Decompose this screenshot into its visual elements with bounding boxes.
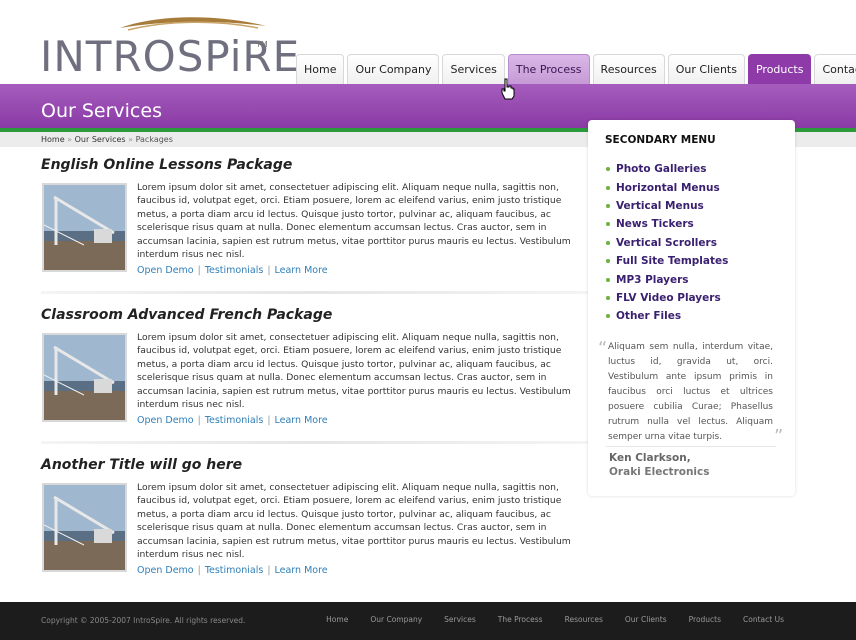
nav-tab-the-process[interactable]: The Process [507,54,590,84]
page-title: Our Services [41,100,162,122]
testimonial-divider [606,446,776,447]
footer-link-products[interactable]: Products [689,615,721,624]
learn-more-link[interactable]: Learn More [275,415,328,426]
breadcrumb-our-services[interactable]: Our Services [75,135,126,144]
logo-trademark: TM [256,40,268,49]
secondary-menu-label: Other Files [616,310,682,323]
link-separator: | [197,415,201,426]
secondary-menu-label: MP3 Players [616,273,689,286]
testimonials-link[interactable]: Testimonials [205,415,263,426]
secondary-menu-label: Vertical Menus [616,199,704,212]
breadcrumb-separator: » [128,135,134,144]
link-separator: | [197,265,201,276]
nav-tab-products[interactable]: Products [747,54,812,84]
breadcrumb-current: Packages [135,135,173,144]
package-title[interactable]: English Online Lessons Package [41,157,589,179]
logo[interactable]: INTROSPiRE TM [40,14,299,81]
testimonial-company: Oraki Electronics [609,466,710,478]
bullet-icon [606,240,610,245]
secondary-menu-item[interactable]: MP3 Players [606,270,728,288]
secondary-menu-label: Photo Galleries [616,163,707,176]
open-demo-link[interactable]: Open Demo [137,565,194,576]
secondary-menu-item[interactable]: Full Site Templates [606,252,728,270]
secondary-menu: Photo Galleries Horizontal Menus Vertica… [606,160,728,326]
secondary-menu-label: News Tickers [616,218,694,231]
footer-link-services[interactable]: Services [444,615,476,624]
breadcrumb: Home » Our Services » Packages [41,135,173,144]
package-thumbnail[interactable] [42,183,127,272]
nav-tab-contact-us[interactable]: Contact Us [814,54,856,84]
footer-link-our-clients[interactable]: Our Clients [625,615,667,624]
package-description: Lorem ipsum dolor sit amet, consectetuer… [137,332,571,411]
logo-swoosh-icon [120,17,266,31]
link-separator: | [267,565,271,576]
secondary-menu-item[interactable]: Other Files [606,307,728,325]
secondary-menu-item[interactable]: FLV Video Players [606,289,728,307]
package-divider [41,441,589,444]
package-item: Classroom Advanced French Package Lorem … [41,307,589,447]
close-quote-icon: ” [774,426,784,447]
learn-more-link[interactable]: Learn More [275,265,328,276]
nav-tab-resources[interactable]: Resources [592,54,665,84]
footer-link-resources[interactable]: Resources [565,615,603,624]
package-title[interactable]: Classroom Advanced French Package [41,307,589,329]
breadcrumb-separator: » [67,135,73,144]
package-title[interactable]: Another Title will go here [41,457,589,479]
testimonials-link[interactable]: Testimonials [205,565,263,576]
secondary-menu-item[interactable]: Vertical Menus [606,197,728,215]
link-separator: | [197,565,201,576]
secondary-menu-label: Vertical Scrollers [616,236,717,249]
package-divider [41,291,589,294]
secondary-menu-title: SECONDARY MENU [605,134,716,146]
package-links: Open Demo | Testimonials | Learn More [137,415,328,426]
footer-link-our-company[interactable]: Our Company [370,615,422,624]
package-item: Another Title will go here Lorem ipsum d… [41,457,589,587]
package-description: Lorem ipsum dolor sit amet, consectetuer… [137,182,571,261]
open-demo-link[interactable]: Open Demo [137,415,194,426]
footer-link-the-process[interactable]: The Process [498,615,543,624]
testimonial-author: Ken Clarkson, [609,452,691,464]
nav-tab-services[interactable]: Services [442,54,505,84]
breadcrumb-home[interactable]: Home [41,135,65,144]
secondary-menu-label: Full Site Templates [616,255,729,268]
package-item: English Online Lessons Package Lorem ips… [41,157,589,297]
package-description: Lorem ipsum dolor sit amet, consectetuer… [137,482,571,561]
bullet-icon [606,259,610,264]
bullet-icon [606,222,610,227]
open-demo-link[interactable]: Open Demo [137,265,194,276]
nav-tab-home[interactable]: Home [296,54,345,84]
bullet-icon [606,185,610,190]
bullet-icon [606,203,610,208]
secondary-menu-item[interactable]: News Tickers [606,215,728,233]
link-separator: | [267,265,271,276]
package-thumbnail[interactable] [42,333,127,422]
link-separator: | [267,415,271,426]
footer-link-contact-us[interactable]: Contact Us [743,615,784,624]
secondary-menu-item[interactable]: Horizontal Menus [606,178,728,196]
copyright-text: Copyright © 2005-2007 IntroSpire. All ri… [41,616,246,625]
footer-link-home[interactable]: Home [326,615,348,624]
bullet-icon [606,314,610,319]
main-nav: Home Our Company Services The Process Re… [296,54,856,84]
testimonial-quote: Aliquam sem nulla, interdum vitae, luctu… [608,342,773,442]
footer-nav: Home Our Company Services The Process Re… [326,615,784,624]
package-links: Open Demo | Testimonials | Learn More [137,265,328,276]
hand-cursor-icon [501,78,515,100]
package-links: Open Demo | Testimonials | Learn More [137,565,328,576]
testimonials-link[interactable]: Testimonials [205,265,263,276]
secondary-menu-item[interactable]: Vertical Scrollers [606,234,728,252]
nav-tab-our-company[interactable]: Our Company [347,54,440,84]
secondary-menu-panel: SECONDARY MENU Photo Galleries Horizonta… [588,120,795,496]
secondary-menu-item[interactable]: Photo Galleries [606,160,728,178]
secondary-menu-label: FLV Video Players [616,291,721,304]
learn-more-link[interactable]: Learn More [275,565,328,576]
nav-tab-our-clients[interactable]: Our Clients [667,54,745,84]
bullet-icon [606,277,610,282]
open-quote-icon: “ [598,338,608,359]
bullet-icon [606,295,610,300]
bullet-icon [606,167,610,172]
secondary-menu-label: Horizontal Menus [616,181,720,194]
package-thumbnail[interactable] [42,483,127,572]
